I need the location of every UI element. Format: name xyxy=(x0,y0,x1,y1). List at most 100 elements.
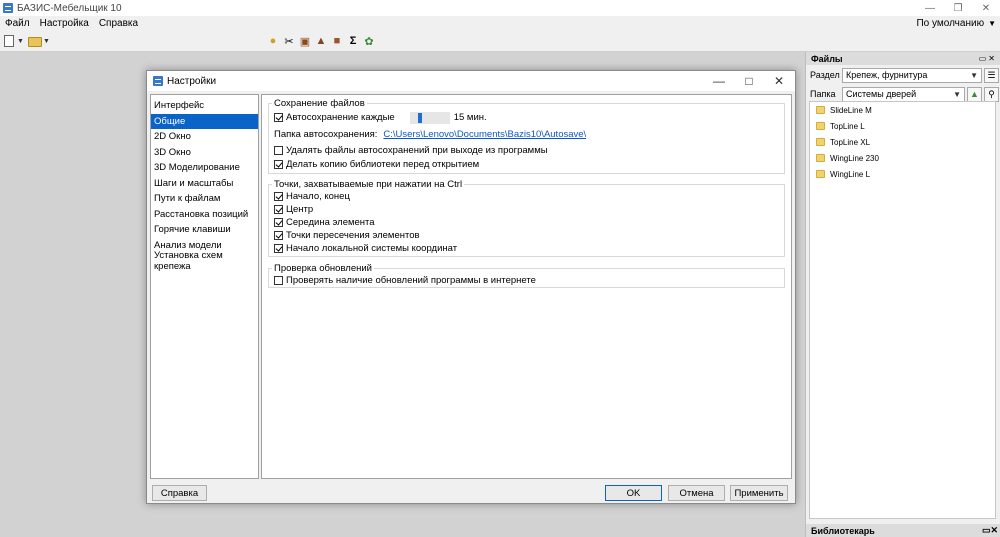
profile-selector[interactable]: По умолчанию ▼ xyxy=(916,18,996,29)
folder-icon xyxy=(816,170,825,178)
close-icon[interactable]: ✕ xyxy=(769,73,789,89)
menu-file[interactable]: Файл xyxy=(0,18,35,29)
stamp-icon[interactable]: ▲ xyxy=(314,34,328,48)
file-list: SlideLine M TopLine L TopLine XL WingLin… xyxy=(809,101,996,519)
folder-icon xyxy=(816,154,825,162)
autosave-path-link[interactable]: C:\Users\Lenovo\Documents\Bazis10\Autosa… xyxy=(383,129,586,140)
cut-icon[interactable]: ✂ xyxy=(282,34,296,48)
menu-settings[interactable]: Настройка xyxy=(35,18,94,29)
snap-row: Начало, конец xyxy=(274,190,350,203)
minimize-icon[interactable]: — xyxy=(709,73,729,89)
menu-help[interactable]: Справка xyxy=(94,18,143,29)
snap-label: Середина элемента xyxy=(286,217,375,228)
menu-icon[interactable]: ☰ xyxy=(984,67,999,83)
nav-3d-window[interactable]: 3D Окно xyxy=(151,145,258,161)
autosave-slider[interactable] xyxy=(409,111,450,124)
snap-intersection-checkbox[interactable] xyxy=(274,231,283,240)
group-title: Проверка обновлений xyxy=(272,263,374,274)
files-panel: Файлы ▭✕ Раздел Крепеж, фурнитура ▼ ☰ Па… xyxy=(805,52,1000,537)
material-icon[interactable]: ● xyxy=(266,34,280,48)
folder-icon xyxy=(816,122,825,130)
snap-row: Начало локальной системы координат xyxy=(274,242,457,255)
folder-value: Системы дверей xyxy=(846,89,917,99)
list-item[interactable]: WingLine L xyxy=(810,166,995,182)
autosave-label: Автосохранение каждые xyxy=(286,112,395,123)
nav-interface[interactable]: Интерфейс xyxy=(151,98,258,114)
new-dropdown-icon[interactable]: ▼ xyxy=(17,38,24,45)
palette-icon[interactable]: ✿ xyxy=(362,34,376,48)
sum-icon[interactable]: Σ xyxy=(346,34,360,48)
snap-points-group: Точки, захватываемые при нажатии на Ctrl… xyxy=(268,179,785,257)
app-title-bar: БАЗИС-Мебельщик 10 — ❐ ✕ xyxy=(0,0,1000,16)
dialog-title-bar: Настройки — □ ✕ xyxy=(147,71,795,91)
slider-thumb[interactable] xyxy=(417,112,422,123)
toolbar: ▼ ▼ ● ✂ ▣ ▲ ■ Σ ✿ xyxy=(0,31,1000,52)
search-icon[interactable]: ⚲ xyxy=(984,86,999,102)
nav-hotkeys[interactable]: Горячие клавиши xyxy=(151,222,258,238)
backup-library-row: Делать копию библиотеки перед открытием xyxy=(274,158,479,171)
ok-button[interactable]: OK xyxy=(605,485,662,501)
check-updates-checkbox[interactable] xyxy=(274,276,283,285)
autosave-path-row: Папка автосохранения: C:\Users\Lenovo\Do… xyxy=(274,128,586,141)
cabinet-icon[interactable]: ▣ xyxy=(298,34,312,48)
snap-label: Начало, конец xyxy=(286,191,350,202)
settings-content: Сохранение файлов Автосохранение каждые … xyxy=(261,94,792,479)
folder-select[interactable]: Системы дверей ▼ xyxy=(842,86,965,102)
snap-row: Центр xyxy=(274,203,313,216)
list-item[interactable]: TopLine XL xyxy=(810,134,995,150)
autosave-value: 15 мин. xyxy=(453,112,487,123)
library-panel-title: Библиотекарь xyxy=(811,525,875,536)
close-icon[interactable]: ✕ xyxy=(972,0,1000,16)
new-file-icon[interactable] xyxy=(4,35,14,47)
chevron-down-icon: ▼ xyxy=(970,70,978,80)
apply-button[interactable]: Применить xyxy=(730,485,788,501)
dialog-logo-icon xyxy=(153,76,163,86)
profile-label: По умолчанию xyxy=(916,18,985,29)
check-updates-row: Проверять наличие обновлений программы в… xyxy=(274,274,536,287)
snap-label: Центр xyxy=(286,204,314,215)
snap-local-origin-checkbox[interactable] xyxy=(274,244,283,253)
section-label: Раздел xyxy=(810,70,840,80)
panel-pin-close-icon[interactable]: ▭✕ xyxy=(982,525,998,536)
updates-group: Проверка обновлений Проверять наличие об… xyxy=(268,263,785,288)
snap-middle-checkbox[interactable] xyxy=(274,218,283,227)
maximize-icon[interactable]: □ xyxy=(739,73,759,89)
section-select[interactable]: Крепеж, фурнитура ▼ xyxy=(842,67,982,83)
nav-file-paths[interactable]: Пути к файлам xyxy=(151,191,258,207)
minimize-icon[interactable]: — xyxy=(916,0,944,16)
list-item[interactable]: WingLine 230 xyxy=(810,150,995,166)
restore-icon[interactable]: ❐ xyxy=(944,0,972,16)
box-icon[interactable]: ■ xyxy=(330,34,344,48)
delete-autosave-checkbox[interactable] xyxy=(274,146,283,155)
delete-autosave-row: Удалять файлы автосохранений при выходе … xyxy=(274,144,548,157)
app-title: БАЗИС-Мебельщик 10 xyxy=(17,2,122,14)
folder-icon xyxy=(816,138,825,146)
snap-center-checkbox[interactable] xyxy=(274,205,283,214)
snap-start-end-checkbox[interactable] xyxy=(274,192,283,201)
list-item[interactable]: SlideLine M xyxy=(810,102,995,118)
snap-label: Точки пересечения элементов xyxy=(286,230,420,241)
backup-library-checkbox[interactable] xyxy=(274,160,283,169)
chevron-down-icon: ▼ xyxy=(988,19,996,28)
nav-fastener-schemes[interactable]: Установка схем крепежа xyxy=(151,250,258,272)
open-folder-icon[interactable] xyxy=(28,37,42,47)
nav-3d-modeling[interactable]: 3D Моделирование xyxy=(151,160,258,176)
autosave-row: Автосохранение каждые 15 мин. xyxy=(274,111,487,124)
help-button[interactable]: Справка xyxy=(152,485,207,501)
save-files-group: Сохранение файлов Автосохранение каждые … xyxy=(268,98,785,174)
nav-2d-window[interactable]: 2D Окно xyxy=(151,129,258,145)
nav-positions[interactable]: Расстановка позиций xyxy=(151,207,258,223)
folder-up-icon[interactable]: ▲ xyxy=(967,86,982,102)
nav-steps-scales[interactable]: Шаги и масштабы xyxy=(151,176,258,192)
autosave-checkbox[interactable] xyxy=(274,113,283,122)
settings-dialog: Настройки — □ ✕ Интерфейс Общие 2D Окно … xyxy=(146,70,796,504)
nav-general[interactable]: Общие xyxy=(151,113,258,129)
chevron-down-icon: ▼ xyxy=(953,89,961,99)
cancel-button[interactable]: Отмена xyxy=(668,485,725,501)
open-dropdown-icon[interactable]: ▼ xyxy=(43,38,50,45)
path-label: Папка автосохранения: xyxy=(274,129,378,140)
snap-label: Начало локальной системы координат xyxy=(286,243,458,254)
list-item[interactable]: TopLine L xyxy=(810,118,995,134)
panel-pin-close-icon[interactable]: ▭✕ xyxy=(979,54,997,63)
group-title: Точки, захватываемые при нажатии на Ctrl xyxy=(272,179,465,190)
